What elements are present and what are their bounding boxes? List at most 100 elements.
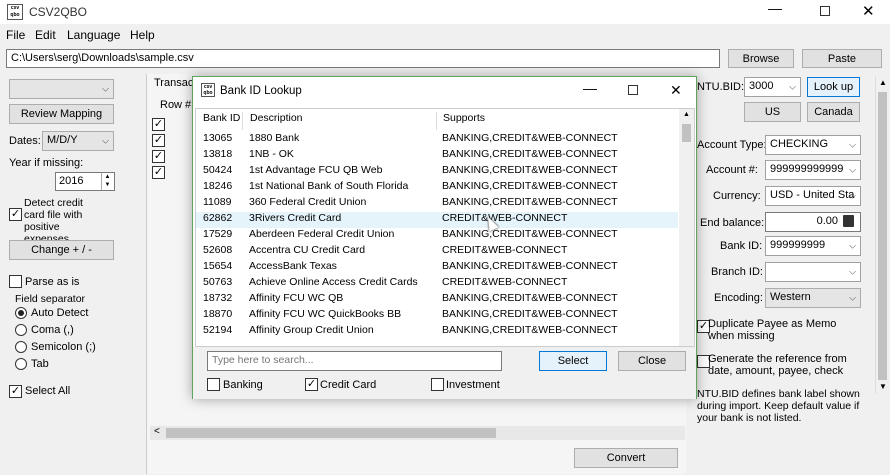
intu-bid-label: NTU.BID: (697, 81, 745, 93)
table-vertical-scrollbar[interactable]: ▲ (679, 109, 694, 346)
change-sign-button[interactable]: Change + / - (9, 240, 114, 260)
scroll-left-icon[interactable]: < (154, 426, 160, 437)
account-type-combo[interactable]: CHECKING ⌵ (765, 135, 861, 155)
cell-description: Aberdeen Federal Credit Union (249, 228, 395, 240)
semicolon-radio[interactable] (15, 341, 27, 353)
browse-button[interactable]: Browse (728, 49, 794, 68)
investment-filter-checkbox[interactable] (431, 378, 444, 391)
scrollbar-thumb[interactable] (166, 428, 496, 438)
parse-as-is-checkbox[interactable] (9, 275, 22, 288)
banking-filter-checkbox[interactable] (207, 378, 220, 391)
credit-card-filter-label: Credit Card (320, 379, 377, 391)
us-button[interactable]: US (744, 102, 801, 122)
right-scrollbar[interactable]: ▲ ▼ (875, 76, 889, 394)
row-checkbox[interactable]: ✓ (152, 166, 165, 179)
cell-bank-id: 13818 (203, 148, 233, 160)
table-row[interactable]: 13818 1NB - OK BANKING,CREDIT&WEB-CONNECT (196, 148, 678, 164)
auto-detect-radio[interactable] (15, 307, 27, 319)
col-bank-id[interactable]: Bank ID (196, 112, 242, 130)
dialog-footer: Type here to search... Select Close Bank… (193, 347, 696, 399)
table-row[interactable]: 18870 Affinity FCU WC QuickBooks BB BANKIN… (196, 308, 678, 324)
row-checkbox[interactable]: ✓ (152, 150, 165, 163)
select-button[interactable]: Select (539, 351, 607, 371)
col-description[interactable]: Description (242, 112, 436, 130)
minimize-icon[interactable]: — (768, 0, 782, 16)
encoding-combo[interactable]: Western ⌵ (765, 288, 861, 308)
branch-id-combo[interactable]: ⌵ (765, 262, 861, 282)
row-column-header[interactable]: Row # (160, 99, 191, 111)
encoding-label: Encoding: (714, 292, 763, 304)
scroll-up-icon[interactable]: ▲ (879, 78, 887, 87)
table-row[interactable]: 50424 1st Advantage FCU QB Web BANKING,CRE… (196, 164, 678, 180)
search-placeholder: Type here to search... (212, 354, 314, 366)
table-row[interactable]: 52608 Accentra CU Credit Card CREDIT&WEB-C… (196, 244, 678, 260)
table-row[interactable]: 18732 Affinity FCU WC QB BANKING,CREDIT&WE… (196, 292, 678, 308)
file-path-input[interactable]: C:\Users\serg\Downloads\sample.csv (6, 49, 720, 68)
account-number-combo[interactable]: 999999999999 ⌵ (765, 160, 861, 180)
select-all-checkbox[interactable]: ✓ (9, 385, 22, 398)
detect-credit-card-checkbox[interactable]: ✓ (9, 208, 22, 221)
tab-transactions[interactable]: Transact (154, 77, 196, 89)
table-row[interactable]: 15654 AccessBank Texas BANKING,CREDIT&WEB-… (196, 260, 678, 276)
intu-bid-note: NTU.BID defines bank label shown during … (697, 388, 860, 424)
year-stepper[interactable]: ▲ ▼ (101, 173, 113, 190)
cell-supports: BANKING,CREDIT&WEB-CONNECT (442, 180, 618, 192)
cell-bank-id: 50424 (203, 164, 233, 176)
dialog-icon: csv qbo (201, 83, 215, 97)
dialog-close-icon[interactable]: ✕ (670, 82, 682, 99)
menu-file[interactable]: File (6, 28, 25, 42)
encoding-value: Western (770, 291, 811, 303)
cell-bank-id: 18732 (203, 292, 233, 304)
lookup-button[interactable]: Look up (807, 77, 860, 97)
table-row[interactable]: 52194 Affinity Group Credit Union BANKING,… (196, 324, 678, 340)
credit-card-filter-checkbox[interactable]: ✓ (305, 378, 318, 391)
intu-bid-combo[interactable]: 3000 ⌵ (744, 77, 801, 97)
scrollbar-thumb[interactable] (682, 124, 691, 142)
row-checkbox[interactable]: ✓ (152, 134, 165, 147)
branch-id-label: Branch ID: (711, 266, 763, 278)
dialog-minimize-icon[interactable]: — (583, 80, 597, 96)
cell-bank-id: 18246 (203, 180, 233, 192)
canada-button[interactable]: Canada (807, 102, 860, 122)
search-input[interactable]: Type here to search... (207, 351, 502, 371)
table-row[interactable]: 18246 1st National Bank of South Florida B… (196, 180, 678, 196)
table-row[interactable]: 11089 360 Federal Credit Union BANKING,CRE… (196, 196, 678, 212)
table-row[interactable]: 50763 Achieve Online Access Credit Cards C… (196, 276, 678, 292)
maximize-icon[interactable] (820, 6, 830, 16)
currency-combo[interactable]: USD - United Sta ⌵ (765, 186, 861, 206)
dialog-title: Bank ID Lookup (220, 85, 302, 97)
year-label: Year if missing: (9, 157, 84, 169)
close-icon[interactable]: ✕ (862, 2, 875, 20)
end-balance-value: 0.00 (816, 215, 838, 227)
cell-supports: CREDIT&WEB-CONNECT (442, 244, 568, 256)
cell-bank-id: 11089 (203, 196, 232, 208)
table-row[interactable]: 13065 1880 Bank BANKING,CREDIT&WEB-CONNECT (196, 132, 678, 148)
table-row[interactable]: 62862 3Rivers Credit Card CREDIT&WEB-CONNE… (196, 212, 678, 228)
coma-radio[interactable] (15, 324, 27, 336)
close-button[interactable]: Close (618, 351, 686, 371)
field-separator-label: Field separator (15, 293, 86, 305)
scroll-up-icon[interactable]: ▲ (683, 111, 690, 118)
review-mapping-button[interactable]: Review Mapping (9, 104, 114, 124)
scrollbar-thumb[interactable] (878, 92, 887, 380)
col-supports[interactable]: Supports (436, 112, 676, 130)
tab-radio[interactable] (15, 358, 27, 370)
dialog-maximize-icon[interactable] (628, 85, 638, 95)
table-row[interactable]: 17529 Aberdeen Federal Credit Union BANKIN… (196, 228, 678, 244)
paste-button[interactable]: Paste (802, 49, 882, 68)
menu-help[interactable]: Help (130, 28, 155, 42)
cell-bank-id: 62862 (203, 212, 233, 224)
menu-edit[interactable]: Edit (35, 28, 56, 42)
menu-language[interactable]: Language (67, 28, 120, 42)
horizontal-scrollbar[interactable]: < (150, 426, 685, 440)
dates-combo[interactable]: M/D/Y ⌵ (42, 131, 114, 151)
cell-description: Achieve Online Access Credit Cards (249, 276, 418, 288)
bank-id-combo[interactable]: 999999999 ⌵ (765, 236, 861, 256)
tab-label: Tab (31, 358, 49, 370)
cell-supports: BANKING,CREDIT&WEB-CONNECT (442, 292, 618, 304)
row-checkbox[interactable]: ✓ (152, 118, 165, 131)
mapping-combo[interactable]: ⌵ (9, 79, 114, 99)
calculator-icon[interactable] (843, 215, 854, 227)
convert-button[interactable]: Convert (574, 448, 678, 468)
scroll-down-icon[interactable]: ▼ (879, 382, 887, 391)
